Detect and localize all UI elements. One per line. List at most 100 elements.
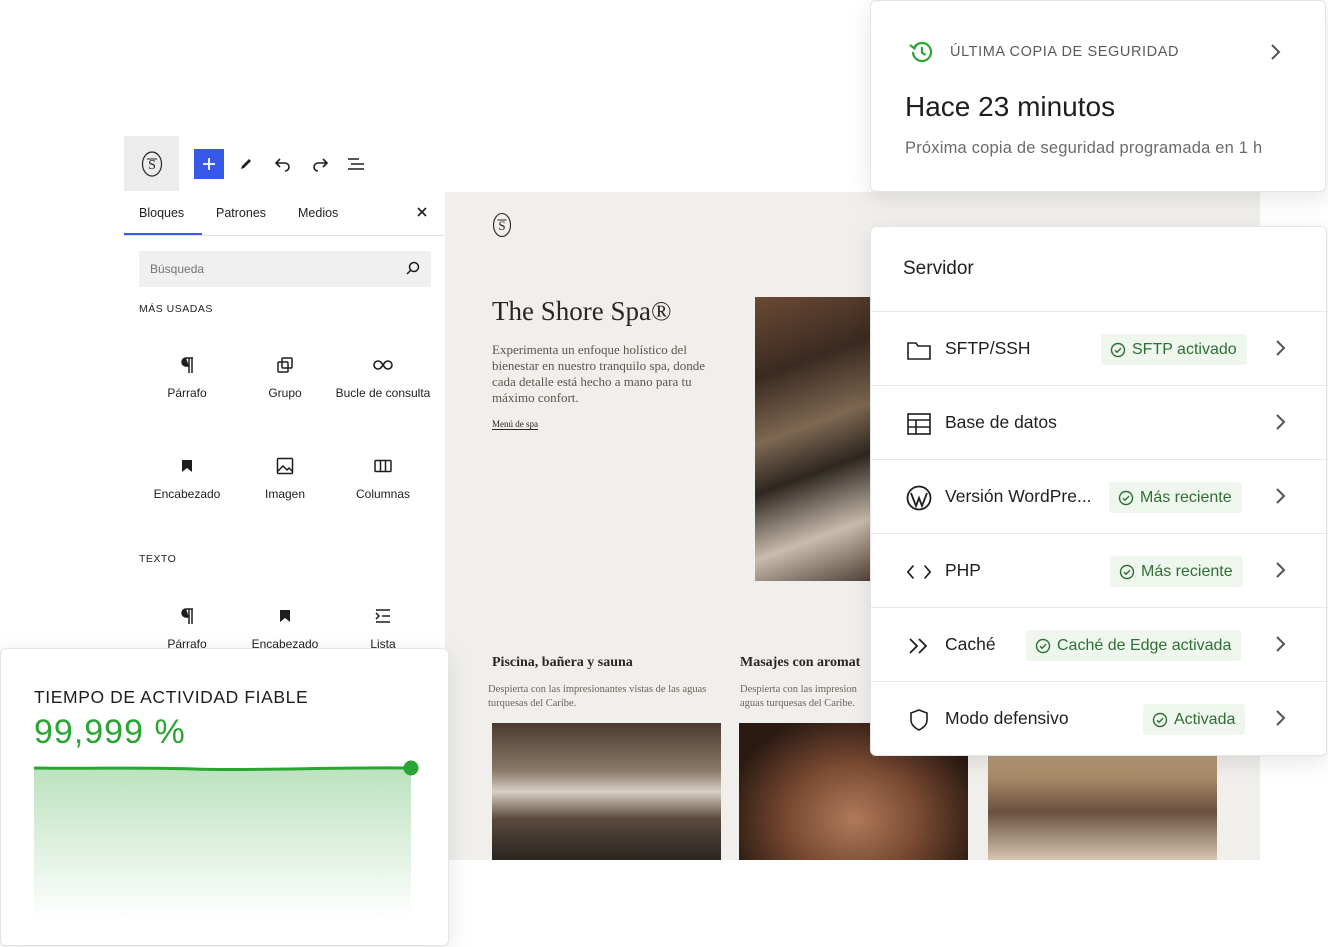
group-icon xyxy=(277,357,293,373)
close-icon xyxy=(417,207,427,217)
status-badge-text: Activada xyxy=(1174,710,1236,728)
block-label: Párrafo xyxy=(167,386,207,400)
status-badge: Caché de Edge activada xyxy=(1026,630,1242,661)
uptime-line xyxy=(34,766,412,772)
server-row-label: Caché xyxy=(945,634,996,654)
block-label: Encabezado xyxy=(153,487,221,501)
list-icon xyxy=(375,609,390,623)
check-circle-icon xyxy=(1035,638,1051,653)
site-logo-icon: S xyxy=(492,212,512,238)
uptime-value: 99,999 % xyxy=(34,713,186,751)
server-row-php[interactable]: PHP Más reciente xyxy=(871,533,1328,607)
next-backup-text: Próxima copia de seguridad programada en… xyxy=(905,139,1263,157)
block-search-input[interactable]: Búsqueda xyxy=(139,251,431,287)
server-row-label: SFTP/SSH xyxy=(945,338,1031,358)
status-badge: Más reciente xyxy=(1110,556,1243,587)
block-heading[interactable]: Encabezado xyxy=(138,449,236,503)
columns-icon xyxy=(374,459,392,473)
shield-icon xyxy=(910,709,928,731)
server-row-defensive[interactable]: Modo defensivo Activada xyxy=(871,681,1328,755)
site-logo-icon: S xyxy=(141,150,162,177)
preview-title: The Shore Spa® xyxy=(492,296,672,326)
chevron-right-icon xyxy=(1276,340,1286,356)
active-tab-indicator xyxy=(124,233,202,235)
column-title: Piscina, bañera y sauna xyxy=(492,655,633,670)
plus-icon xyxy=(203,158,215,170)
chevron-right-icon xyxy=(1276,636,1286,652)
check-circle-icon xyxy=(1110,342,1126,357)
block-group[interactable]: Grupo xyxy=(236,348,334,402)
paragraph-icon xyxy=(181,357,193,373)
check-circle-icon xyxy=(1118,490,1134,505)
status-badge: SFTP activado xyxy=(1101,334,1247,365)
uptime-card: TIEMPO DE ACTIVIDAD FIABLE 99,999 % xyxy=(0,648,449,946)
undo-icon xyxy=(274,158,290,172)
tab-patrones[interactable]: Patrones xyxy=(216,206,266,220)
block-inserter: Bloques Patrones Medios Búsqueda MÁS USA… xyxy=(124,192,445,652)
block-label: Bucle de consulta xyxy=(335,386,431,400)
most-used-title: MÁS USADAS xyxy=(139,303,213,315)
backup-card[interactable]: ÚLTIMA COPIA DE SEGURIDAD Hace 23 minuto… xyxy=(870,0,1326,192)
backup-label: ÚLTIMA COPIA DE SEGURIDAD xyxy=(950,44,1180,60)
text-section-title: TEXTO xyxy=(139,553,177,565)
folder-icon xyxy=(907,342,931,360)
preview-description: Experimenta un enfoque holístico del bie… xyxy=(492,342,705,405)
site-logo[interactable]: S xyxy=(124,136,179,191)
block-paragraph-text[interactable]: Párrafo xyxy=(138,599,236,653)
history-icon xyxy=(909,41,933,63)
block-query-loop[interactable]: Bucle de consulta xyxy=(334,348,432,402)
server-row-wordpress[interactable]: Versión WordPre... Más reciente xyxy=(871,459,1328,533)
server-row-label: PHP xyxy=(945,560,981,580)
image-icon xyxy=(276,457,294,475)
uptime-endpoint xyxy=(403,760,419,776)
search-placeholder: Búsqueda xyxy=(150,262,205,276)
wordpress-icon xyxy=(906,485,932,511)
chevron-right-icon xyxy=(1276,562,1286,578)
tab-bloques[interactable]: Bloques xyxy=(139,206,184,220)
column-title: Masajes con aromat xyxy=(740,655,861,670)
spa-menu-link[interactable]: Menú de spa xyxy=(492,419,538,430)
uptime-chart xyxy=(34,760,419,919)
hero-image xyxy=(755,297,880,581)
status-badge-text: Más reciente xyxy=(1140,488,1232,506)
block-list[interactable]: Lista xyxy=(334,599,432,653)
column-description: Despierta con las impresion aguas turque… xyxy=(740,684,857,709)
pool-image xyxy=(492,723,721,860)
add-block-button[interactable] xyxy=(194,149,224,179)
block-label: Imagen xyxy=(264,487,306,501)
check-circle-icon xyxy=(1119,564,1135,579)
chevron-right-icon xyxy=(1276,414,1286,430)
server-row-label: Modo defensivo xyxy=(945,708,1069,728)
chevron-right-icon xyxy=(1276,710,1286,726)
server-row-database[interactable]: Base de datos xyxy=(871,385,1328,459)
block-image[interactable]: Imagen xyxy=(236,449,334,503)
server-row-sftp[interactable]: SFTP/SSH SFTP activado xyxy=(871,311,1328,385)
tab-medios[interactable]: Medios xyxy=(298,206,338,220)
server-card: Servidor SFTP/SSH SFTP activado Base de … xyxy=(870,226,1328,756)
paragraph-icon xyxy=(181,608,193,624)
chevron-right-icon xyxy=(1276,488,1286,504)
undo-button[interactable] xyxy=(268,149,298,179)
table-icon xyxy=(907,413,931,435)
server-row-label: Base de datos xyxy=(945,412,1057,432)
chevron-right-icon xyxy=(1271,44,1281,60)
uptime-area xyxy=(34,767,411,919)
list-view-button[interactable] xyxy=(341,149,371,179)
block-columns[interactable]: Columnas xyxy=(334,449,432,503)
column-description: Despierta con las impresionantes vistas … xyxy=(488,684,707,709)
server-row-label: Versión WordPre... xyxy=(945,486,1092,506)
bookmark-icon xyxy=(182,460,192,472)
bookmark-icon xyxy=(280,610,290,622)
svg-text:S: S xyxy=(148,158,156,173)
block-paragraph[interactable]: Párrafo xyxy=(138,348,236,402)
tools-button[interactable] xyxy=(231,149,261,179)
status-badge: Más reciente xyxy=(1109,482,1242,513)
backup-time: Hace 23 minutos xyxy=(905,91,1116,122)
loop-icon xyxy=(373,360,393,370)
block-heading-text[interactable]: Encabezado xyxy=(236,599,334,653)
search-icon xyxy=(406,261,420,275)
status-badge: Activada xyxy=(1143,704,1246,735)
close-inserter-button[interactable] xyxy=(416,202,428,223)
server-row-cache[interactable]: Caché Caché de Edge activada xyxy=(871,607,1328,681)
redo-button[interactable] xyxy=(305,149,335,179)
